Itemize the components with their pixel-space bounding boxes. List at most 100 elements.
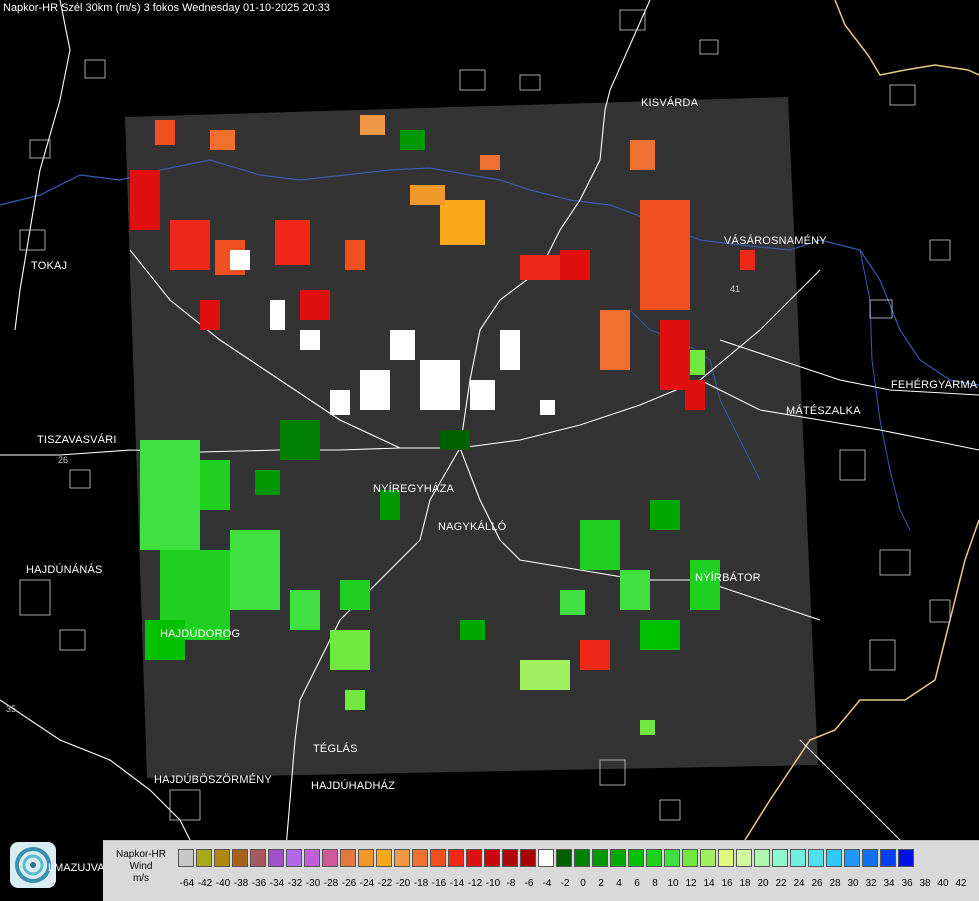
legend-swatch	[466, 849, 482, 867]
legend-tick-label: -30	[305, 878, 321, 889]
map-title: Napkor-HR Szél 30km (m/s) 3 fokos Wednes…	[3, 2, 330, 14]
legend-tick-label: 42	[955, 878, 967, 889]
legend-swatch	[646, 849, 662, 867]
legend-swatches	[178, 849, 916, 867]
legend-tick-label: 38	[919, 878, 931, 889]
legend-tick-label: 16	[721, 878, 733, 889]
legend-swatch	[664, 849, 680, 867]
legend-swatch	[214, 849, 230, 867]
city-label-hajduboszormeny: HAJDÚBÖSZÖRMÉNY	[154, 774, 272, 786]
legend-tick-label: 30	[847, 878, 859, 889]
legend-tick-label: 26	[811, 878, 823, 889]
legend-tick-label: -2	[560, 878, 570, 889]
legend-swatch	[412, 849, 428, 867]
legend-tick-label: 32	[865, 878, 877, 889]
legend-tick-label: -10	[485, 878, 501, 889]
legend-tick-label: 12	[685, 878, 697, 889]
legend-tick-label: -64	[179, 878, 195, 889]
legend-tick-label: -28	[323, 878, 339, 889]
legend-tick-label: 34	[883, 878, 895, 889]
legend-swatch	[394, 849, 410, 867]
city-label-nagykallo: NAGYKÁLLÓ	[438, 521, 507, 533]
legend-swatch	[718, 849, 734, 867]
legend-tick-label: 36	[901, 878, 913, 889]
legend-tick-label: 2	[598, 878, 604, 889]
legend-tick-label: -42	[197, 878, 213, 889]
legend-swatch	[682, 849, 698, 867]
legend-swatch	[754, 849, 770, 867]
legend-tick-label: -12	[467, 878, 483, 889]
legend-swatch	[286, 849, 302, 867]
legend-swatch	[700, 849, 716, 867]
city-label-nyirbator: NYÍRBÁTOR	[695, 572, 761, 584]
legend-swatch	[178, 849, 194, 867]
legend-tick-label: -4	[542, 878, 552, 889]
legend-tick-label: 6	[634, 878, 640, 889]
legend-swatch	[430, 849, 446, 867]
legend-tick-label: -18	[413, 878, 429, 889]
legend-swatch	[502, 849, 518, 867]
city-label-hajduhadhaz: HAJDÚHADHÁZ	[311, 780, 396, 792]
city-label-tokaj: TOKAJ	[31, 260, 68, 272]
legend-tick-label: -26	[341, 878, 357, 889]
legend-title-line: Napkor-HR	[115, 849, 166, 860]
city-label-vasarosnameny: VÁSÁROSNAMÉNY	[724, 235, 827, 247]
city-label-teglas: TÉGLÁS	[313, 743, 358, 755]
legend-swatch	[862, 849, 878, 867]
legend-tick-label: 28	[829, 878, 841, 889]
road-number: 35	[6, 704, 16, 714]
city-label-mateszalka: MÁTÉSZALKA	[786, 405, 861, 417]
city-label-hajdudorog: HAJDÚDOROG	[160, 628, 241, 640]
legend-swatch	[826, 849, 842, 867]
legend-title-line: Wind	[129, 861, 153, 872]
legend-title: Napkor-HR Wind m/s	[109, 849, 173, 885]
legend-swatch	[484, 849, 500, 867]
legend-tick-label: -16	[431, 878, 447, 889]
city-label-fehergyarmat: FEHÉRGYARMA	[891, 379, 978, 391]
legend-swatch	[538, 849, 554, 867]
legend-tick-label: -36	[251, 878, 267, 889]
radar-coverage-area	[125, 97, 818, 778]
legend-tick-label: -22	[377, 878, 393, 889]
legend-swatch	[790, 849, 806, 867]
legend-tick-label: -20	[395, 878, 411, 889]
legend-tick-label: -14	[449, 878, 465, 889]
legend-tick-label: 0	[580, 878, 586, 889]
legend-tick-label: 22	[775, 878, 787, 889]
legend-swatch	[232, 849, 248, 867]
legend-tick-label: -6	[524, 878, 534, 889]
city-label-kisvarda: KISVÁRDA	[641, 97, 699, 109]
legend-swatch	[340, 849, 356, 867]
city-label-tiszavasvari: TISZAVASVÁRI	[37, 434, 117, 446]
legend-tick-label: -40	[215, 878, 231, 889]
city-label-nyiregyhaza: NYÍREGYHÁZA	[373, 483, 455, 495]
legend-swatch	[772, 849, 788, 867]
road-number: 41	[730, 284, 740, 294]
legend-tick-label: -38	[233, 878, 249, 889]
legend-tick-label: -8	[506, 878, 516, 889]
legend-swatch	[520, 849, 536, 867]
legend-tick-label: 10	[667, 878, 679, 889]
legend-swatch	[556, 849, 572, 867]
legend-swatch	[358, 849, 374, 867]
legend-tick-label: 24	[793, 878, 805, 889]
legend-swatch	[574, 849, 590, 867]
legend-swatch	[898, 849, 914, 867]
legend-tick-label: 18	[739, 878, 751, 889]
legend-tick-label: -34	[269, 878, 285, 889]
legend-swatch	[844, 849, 860, 867]
radar-map: 26 41 35	[0, 0, 979, 900]
legend-tick-label: -24	[359, 878, 375, 889]
legend-tick-label: 14	[703, 878, 715, 889]
legend-swatch	[448, 849, 464, 867]
legend-swatch	[880, 849, 896, 867]
legend-swatch	[736, 849, 752, 867]
legend-ticks: -64 -42 -40 -38 -36 -34 -32 -30 -28 -26 -24 -22 -20-…	[178, 878, 970, 889]
city-label-hajdunanas: HAJDÚNÁNÁS	[26, 564, 103, 576]
legend-swatch	[808, 849, 824, 867]
legend-tick-label: 20	[757, 878, 769, 889]
legend-unit: m/s	[132, 873, 150, 884]
legend-swatch	[250, 849, 266, 867]
legend-swatch	[304, 849, 320, 867]
legend-tick-label: 8	[652, 878, 658, 889]
